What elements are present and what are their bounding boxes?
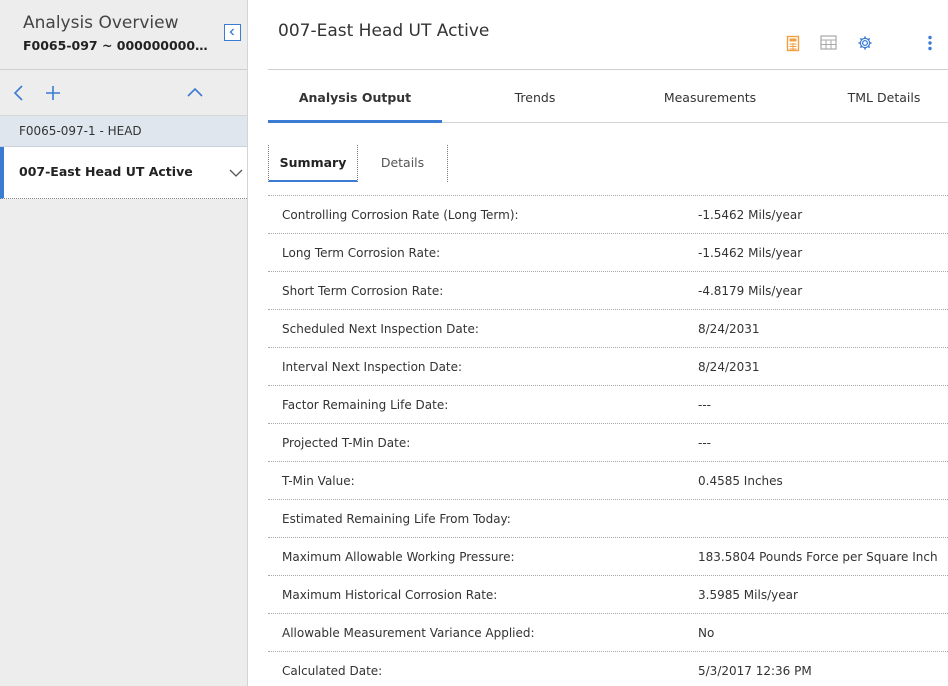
analysis-subtitle: F0065-097 ~ 000000000001...: [23, 38, 213, 53]
tree-item-selected[interactable]: 007-East Head UT Active: [0, 147, 247, 199]
row-value: 5/3/2017 12:36 PM: [698, 664, 812, 678]
table-row: Controlling Corrosion Rate (Long Term): -…: [268, 196, 948, 234]
row-label: Controlling Corrosion Rate (Long Term):: [282, 208, 519, 222]
page-title: 007-East Head UT Active: [278, 21, 490, 41]
row-value: ---: [698, 436, 711, 450]
row-label: Projected T-Min Date:: [282, 436, 411, 450]
table-row: Factor Remaining Life Date: ---: [268, 386, 948, 424]
row-value: 8/24/2031: [698, 322, 760, 336]
subtab-summary[interactable]: Summary: [268, 145, 358, 182]
row-value: 183.5804 Pounds Force per Square Inch: [698, 550, 938, 564]
row-value: -4.8179 Mils/year: [698, 284, 803, 298]
tab-tml-details[interactable]: TML Details: [834, 70, 934, 123]
collapse-left-icon[interactable]: [224, 24, 241, 41]
chevron-left-icon[interactable]: [9, 83, 29, 103]
table-row: Scheduled Next Inspection Date: 8/24/2031: [268, 310, 948, 348]
row-label: Short Term Corrosion Rate:: [282, 284, 444, 298]
gear-icon[interactable]: [857, 35, 873, 55]
analysis-overview-title: Analysis Overview: [23, 13, 179, 33]
table-row: Maximum Historical Corrosion Rate: 3.5985…: [268, 576, 948, 614]
calculator-icon[interactable]: [786, 35, 800, 56]
table-row: Long Term Corrosion Rate: -1.5462 Mils/ye…: [268, 234, 948, 272]
tab-trends[interactable]: Trends: [476, 70, 594, 123]
row-value: 8/24/2031: [698, 360, 760, 374]
main-tabs: Analysis Output Trends Measurements TML …: [268, 70, 948, 123]
table-row: Allowable Measurement Variance Applied: N…: [268, 614, 948, 652]
tree-item-label: 007-East Head UT Active: [19, 164, 193, 179]
row-label: Factor Remaining Life Date:: [282, 398, 449, 412]
plus-icon[interactable]: [43, 83, 63, 103]
summary-table: Controlling Corrosion Rate (Long Term): -…: [268, 195, 948, 686]
main-pane: 007-East Head UT Active Analysis Output …: [268, 0, 948, 686]
row-value: -1.5462 Mils/year: [698, 208, 803, 222]
left-toolbar: [0, 70, 247, 116]
row-value: -1.5462 Mils/year: [698, 246, 803, 260]
row-label: Calculated Date:: [282, 664, 383, 678]
row-label: Maximum Historical Corrosion Rate:: [282, 588, 498, 602]
tree-item-head[interactable]: F0065-097-1 - HEAD: [0, 116, 247, 147]
left-header: Analysis Overview F0065-097 ~ 0000000000…: [0, 0, 247, 70]
tab-measurements[interactable]: Measurements: [648, 70, 772, 123]
row-label: Allowable Measurement Variance Applied:: [282, 626, 535, 640]
chevron-down-icon[interactable]: [228, 165, 244, 184]
tab-analysis-output[interactable]: Analysis Output: [268, 70, 442, 123]
table-row: Interval Next Inspection Date: 8/24/2031: [268, 348, 948, 386]
table-icon[interactable]: [820, 35, 837, 54]
subtab-details[interactable]: Details: [358, 145, 448, 182]
row-label: Interval Next Inspection Date:: [282, 360, 463, 374]
table-row: T-Min Value: 0.4585 Inches: [268, 462, 948, 500]
row-label: Estimated Remaining Life From Today:: [282, 512, 511, 526]
row-label: Maximum Allowable Working Pressure:: [282, 550, 515, 564]
table-row: Short Term Corrosion Rate: -4.8179 Mils/y…: [268, 272, 948, 310]
row-value: 3.5985 Mils/year: [698, 588, 798, 602]
row-value: ---: [698, 398, 711, 412]
row-label: Scheduled Next Inspection Date:: [282, 322, 479, 336]
chevron-up-icon[interactable]: [185, 83, 205, 103]
table-row: Maximum Allowable Working Pressure: 183.5…: [268, 538, 948, 576]
table-row: Projected T-Min Date: ---: [268, 424, 948, 462]
row-label: Long Term Corrosion Rate:: [282, 246, 441, 260]
table-row: Calculated Date: 5/3/2017 12:36 PM: [268, 652, 948, 686]
row-label: T-Min Value:: [282, 474, 355, 488]
left-pane: Analysis Overview F0065-097 ~ 0000000000…: [0, 0, 248, 686]
row-value: No: [698, 626, 715, 640]
table-row: Estimated Remaining Life From Today:: [268, 500, 948, 538]
row-value: 0.4585 Inches: [698, 474, 783, 488]
more-vertical-icon[interactable]: [927, 35, 933, 55]
